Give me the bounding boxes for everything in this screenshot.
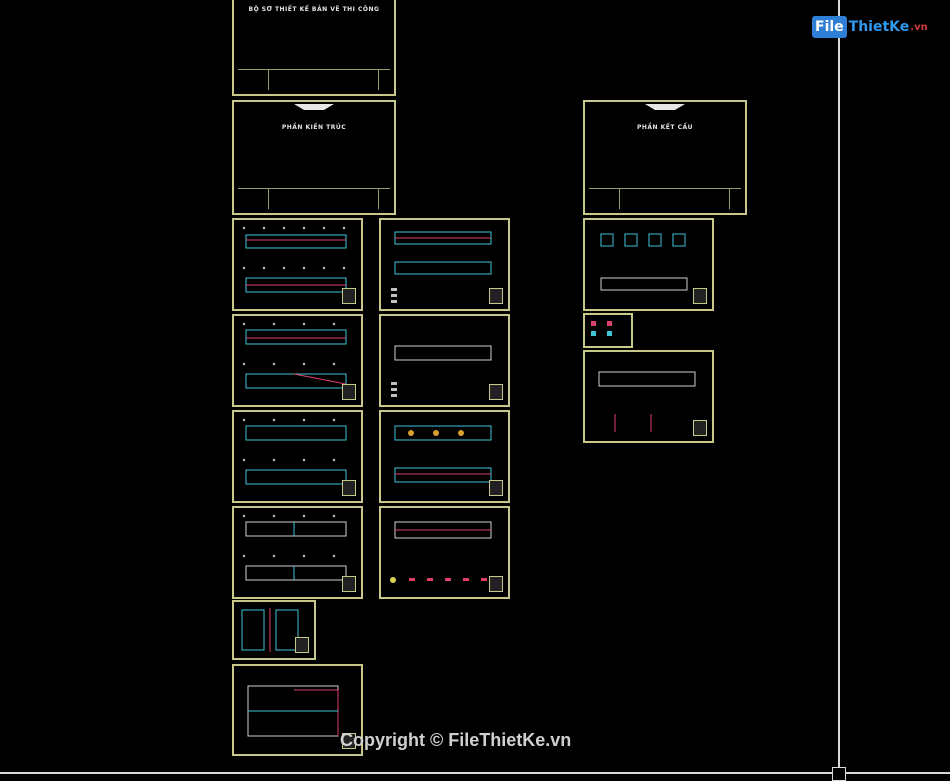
drawing-sheet-a1[interactable] — [232, 218, 363, 311]
cover-sheet-structure[interactable]: PHẦN KẾT CẤU — [583, 100, 747, 215]
title-block — [342, 480, 356, 496]
cover-sheet-architecture[interactable]: PHẦN KIẾN TRÚC — [232, 100, 396, 215]
drawing-sheet-a3[interactable] — [232, 410, 363, 503]
cover-title: PHẦN KIẾN TRÚC — [281, 124, 347, 131]
cover-title-block — [238, 188, 390, 209]
drawing-sheet-c1[interactable] — [583, 218, 714, 311]
title-block — [693, 288, 707, 304]
cover-notch — [294, 104, 334, 110]
title-block — [342, 576, 356, 592]
drawing-sheet-a2[interactable] — [232, 314, 363, 407]
title-block — [342, 384, 356, 400]
detail-drawing — [591, 321, 612, 336]
title-block — [693, 420, 707, 436]
copyright-watermark: Copyright © FileThietKe.vn — [340, 730, 572, 750]
logo-file-text: File — [812, 16, 847, 38]
drawing-sheet-b1[interactable] — [379, 218, 510, 311]
cover-notch — [645, 104, 685, 110]
title-block — [342, 288, 356, 304]
title-block — [489, 480, 503, 496]
crosshair-vertical-line — [838, 0, 840, 779]
cover-title-block — [589, 188, 741, 209]
cover-title-block — [238, 69, 390, 90]
drawing-sheet-c2[interactable] — [583, 313, 633, 348]
cover-sheet-general[interactable]: BỘ SƠ THIẾT KẾ BẢN VẼ THI CÔNG — [232, 0, 396, 96]
cover-title: PHẦN KẾT CẤU — [636, 124, 694, 131]
drawing-sheet-c3[interactable] — [583, 350, 714, 443]
logo-vn-text: .vn — [910, 21, 928, 33]
title-block — [489, 288, 503, 304]
drawing-sheet-b3[interactable] — [379, 410, 510, 503]
logo-thietke-text: ThietKe — [848, 19, 910, 35]
title-block — [295, 637, 309, 653]
title-block — [489, 384, 503, 400]
cover-title: BỘ SƠ THIẾT KẾ BẢN VẼ THI CÔNG — [248, 6, 380, 13]
drawing-sheet-a5[interactable] — [232, 600, 316, 660]
title-block — [489, 576, 503, 592]
drawing-sheet-b4[interactable] — [379, 506, 510, 599]
drawing-sheet-b2[interactable] — [379, 314, 510, 407]
drawing-sheet-a4[interactable] — [232, 506, 363, 599]
crosshair-horizontal-line — [0, 772, 950, 774]
filethietke-logo: File ThietKe .vn — [812, 16, 928, 38]
